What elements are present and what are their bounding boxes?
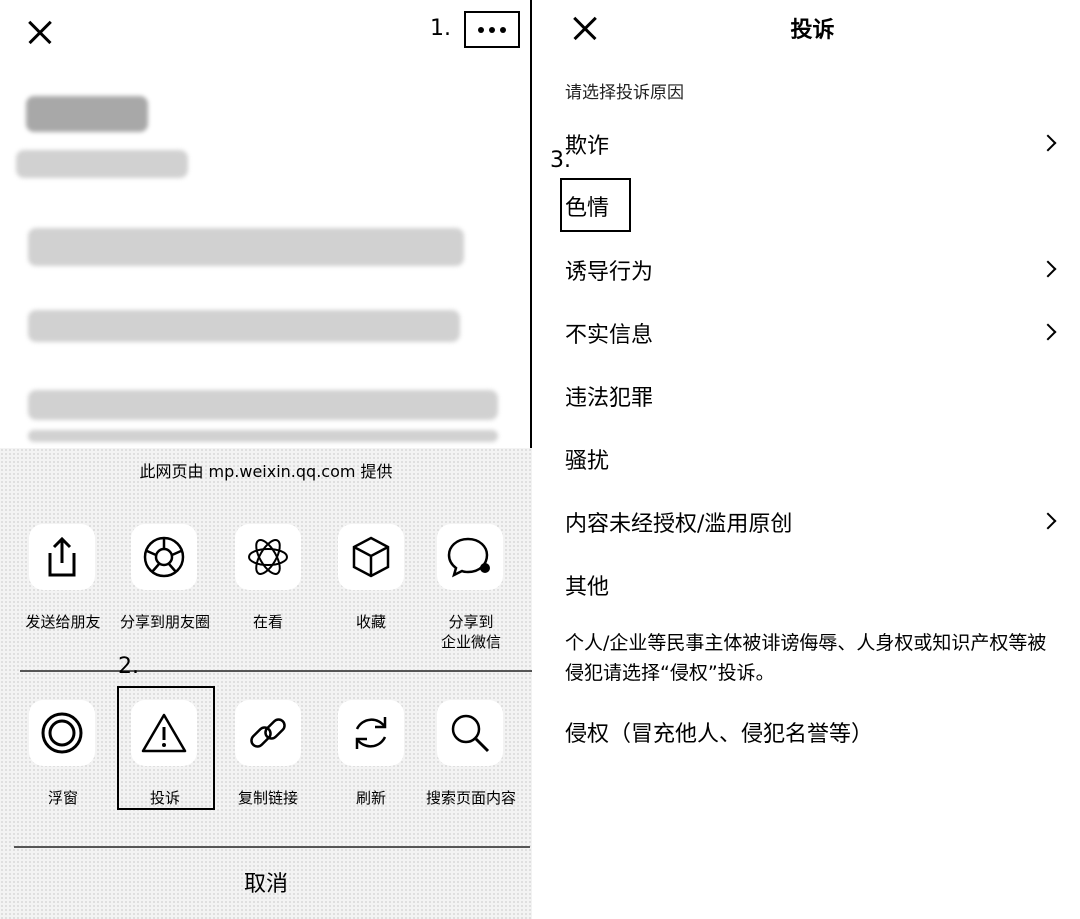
- action-label-refresh: 刷新: [355, 789, 386, 807]
- wecom-icon: [437, 524, 503, 590]
- search-icon: [437, 700, 503, 766]
- refresh-icon: [338, 700, 404, 766]
- reason-false-info[interactable]: 不实信息: [565, 317, 653, 349]
- blurred-line: [28, 430, 498, 442]
- share-tile-favorite[interactable]: [338, 524, 404, 590]
- blurred-author: [16, 150, 188, 178]
- share-label-favorite: 收藏: [355, 613, 386, 631]
- cancel-button[interactable]: 取消: [0, 866, 532, 898]
- step-3-marker: 3.: [550, 148, 571, 173]
- reason-crime[interactable]: 违法犯罪: [565, 380, 653, 412]
- action-tile-search[interactable]: [437, 700, 503, 766]
- screen-border: [530, 0, 532, 448]
- chevron-right-icon: [1039, 260, 1057, 278]
- divider: [14, 846, 530, 848]
- chevron-right-icon: [1039, 323, 1057, 341]
- share-upload-icon: [29, 524, 95, 590]
- share-tile-send[interactable]: [29, 524, 95, 590]
- wow-icon: [235, 524, 301, 590]
- reason-unauthorized-content[interactable]: 内容未经授权/滥用原创: [565, 506, 792, 538]
- reason-other[interactable]: 其他: [565, 569, 609, 601]
- reason-infringement[interactable]: 侵权（冒充他人、侵犯名誉等）: [565, 716, 873, 748]
- action-label-copy-link: 复制链接: [237, 789, 298, 807]
- action-label-float: 浮窗: [47, 789, 78, 807]
- dot-icon: [500, 26, 506, 33]
- blurred-avatar: [26, 96, 148, 132]
- blurred-line: [28, 310, 460, 342]
- bottom-sheet: [0, 448, 532, 919]
- dot-icon: [489, 26, 495, 33]
- step-2-marker: 2.: [118, 654, 139, 679]
- action-tile-complaint[interactable]: [131, 700, 197, 766]
- action-tile-copy-link[interactable]: [235, 700, 301, 766]
- provider-text: 此网页由 mp.weixin.qq.com 提供: [139, 462, 393, 481]
- reason-inducement[interactable]: 诱导行为: [565, 254, 653, 286]
- reason-porn[interactable]: 色情: [565, 190, 609, 222]
- dot-icon: [478, 26, 484, 33]
- infringement-note: 个人/企业等民事主体被诽谤侮辱、人身权或知识产权等被侵犯请选择“侵权”投诉。: [565, 632, 1047, 684]
- divider: [20, 670, 532, 672]
- share-label-moments: 分享到朋友圈: [119, 613, 210, 631]
- chevron-right-icon: [1039, 134, 1057, 152]
- float-window-icon: [29, 700, 95, 766]
- blurred-line: [28, 390, 498, 420]
- favorite-cube-icon: [338, 524, 404, 590]
- page-title: 投诉: [790, 18, 835, 43]
- reason-fraud[interactable]: 欺诈: [565, 128, 609, 160]
- share-tile-wecom[interactable]: [437, 524, 503, 590]
- share-label-wecom: 分享到 企业微信: [440, 613, 501, 651]
- action-tile-float[interactable]: [29, 700, 95, 766]
- action-label-complaint: 投诉: [149, 789, 180, 807]
- link-icon: [235, 700, 301, 766]
- share-label-send: 发送给朋友: [25, 613, 101, 631]
- share-label-wow: 在看: [252, 613, 283, 631]
- chevron-right-icon: [1039, 512, 1057, 530]
- action-label-search: 搜索页面内容: [425, 789, 516, 807]
- left-screen: 1. 此网页由 mp.weixin.qq.com 提供 发送给朋友 分享到朋友圈…: [0, 0, 532, 919]
- share-tile-moments[interactable]: [131, 524, 197, 590]
- blurred-line: [28, 228, 464, 266]
- share-tile-wow[interactable]: [235, 524, 301, 590]
- step-1-marker: 1.: [430, 16, 451, 41]
- close-icon[interactable]: [22, 12, 62, 52]
- moments-icon: [131, 524, 197, 590]
- reason-hint: 请选择投诉原因: [565, 83, 684, 103]
- more-options-button[interactable]: [464, 11, 520, 48]
- reason-harassment[interactable]: 骚扰: [565, 443, 609, 475]
- complaint-screen: 投诉 请选择投诉原因 欺诈 3. 色情 诱导行为 不实信息 违法犯罪 骚扰 内容…: [545, 0, 1080, 919]
- action-tile-refresh[interactable]: [338, 700, 404, 766]
- warning-icon: [131, 700, 197, 766]
